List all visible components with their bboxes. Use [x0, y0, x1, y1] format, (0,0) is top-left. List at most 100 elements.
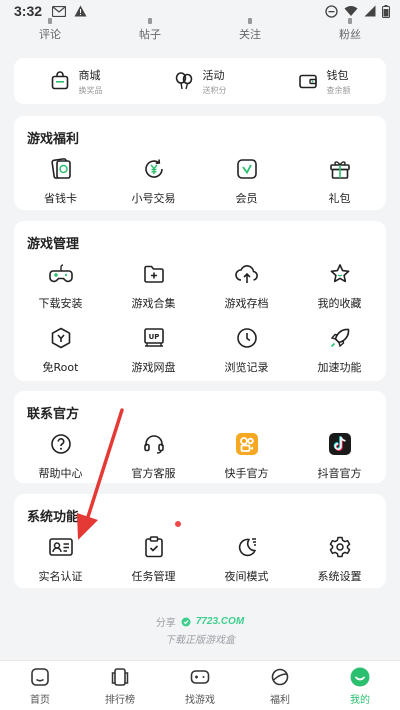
moon-icon [238, 538, 256, 557]
star-icon [330, 264, 349, 283]
gmail-icon [52, 5, 67, 17]
brand-slogan: 下载正版游戏盒 [165, 635, 235, 646]
nav-mine[interactable]: 我的 [320, 661, 400, 710]
svg-text:UP: UP [148, 333, 159, 341]
douyin-icon [328, 433, 351, 455]
system-item-label: 夜间模式 [224, 570, 269, 583]
official-item-help[interactable]: 帮助中心 [14, 422, 107, 486]
welfare-item-label: 小号交易 [131, 192, 176, 205]
system-item-settings[interactable]: 系统设置 [293, 525, 386, 589]
manage-item-label: 下载安装 [38, 297, 83, 310]
id-card-icon [48, 538, 73, 556]
nav-find-games-label: 找游戏 [185, 694, 215, 706]
nav-ranking-label: 排行榜 [105, 694, 135, 706]
official-item-label: 官方客服 [131, 467, 176, 480]
manage-item-label: 免Root [42, 361, 79, 374]
manage-item-history[interactable]: 浏览记录 [200, 316, 293, 380]
manage-item-favorites[interactable]: 我的收藏 [293, 252, 386, 316]
ranking-icon [111, 667, 129, 686]
official-item-douyin[interactable]: 抖音官方 [293, 422, 386, 486]
manage-item-save[interactable]: 游戏存档 [200, 252, 293, 316]
wallet-icon [298, 74, 317, 89]
official-item-kuaishou[interactable]: 快手官方 [200, 422, 293, 486]
share-label[interactable]: 分享 [156, 614, 176, 629]
task-clipboard-icon [144, 536, 163, 558]
manage-item-label: 游戏存档 [224, 297, 269, 310]
official-item-label: 帮助中心 [38, 467, 83, 480]
clock-icon [236, 328, 257, 348]
nav-home-label: 首页 [30, 694, 50, 706]
stats-row: 评论 帖子 关注 粉丝 [0, 22, 400, 46]
quick-link-activity[interactable]: 活动 送积分 [138, 67, 262, 96]
balloon-icon [175, 72, 192, 90]
status-bar: 3:32 [0, 0, 400, 22]
manage-item-netdisk[interactable]: UP 游戏网盘 [107, 316, 200, 380]
nav-find-games[interactable]: 找游戏 [160, 661, 240, 710]
money-card-icon [50, 158, 71, 179]
quick-link-wallet-name: 钱包 [326, 68, 349, 82]
home-icon [31, 667, 49, 686]
nav-mine-label: 我的 [350, 694, 370, 706]
nav-welfare-label: 福利 [270, 694, 290, 706]
welfare-item-vip[interactable]: 会员 [200, 147, 293, 211]
welfare-item-label: 会员 [235, 192, 258, 205]
game-management-card: 游戏管理 下载安装 游戏合集 游戏存档 我的收藏 免Root UP 游戏网盘 浏… [14, 221, 386, 381]
official-title: 联系官方 [27, 407, 80, 422]
manage-item-label: 我的收藏 [317, 297, 362, 310]
manage-item-label: 浏览记录 [224, 361, 269, 374]
headset-icon [143, 435, 164, 454]
system-item-label: 实名认证 [38, 570, 83, 583]
official-item-label: 快手官方 [224, 467, 269, 480]
welfare-item-label: 省钱卡 [44, 192, 77, 205]
wifi-icon [344, 6, 358, 16]
status-time: 3:32 [14, 3, 43, 19]
folder-plus-icon [143, 265, 164, 283]
welfare-title: 游戏福利 [27, 132, 80, 147]
system-item-label: 系统设置 [317, 570, 362, 583]
welfare-item-money-card[interactable]: 省钱卡 [14, 147, 107, 211]
welfare-item-label: 礼包 [328, 192, 351, 205]
shop-bag-icon [51, 71, 68, 90]
nav-home[interactable]: 首页 [0, 661, 80, 710]
manage-item-collection[interactable]: 游戏合集 [107, 252, 200, 316]
quick-link-shop[interactable]: 商城 换奖品 [14, 67, 138, 96]
official-item-label: 抖音官方 [317, 467, 362, 480]
system-item-realname[interactable]: 实名认证 [14, 525, 107, 589]
alert-icon [74, 5, 87, 17]
quick-link-activity-sub: 送积分 [202, 85, 227, 95]
yen-exchange-icon [144, 159, 163, 178]
stat-followers[interactable]: 粉丝 [300, 26, 400, 42]
kuaishou-icon [235, 433, 258, 455]
settings-gear-icon [329, 536, 350, 558]
contact-official-card: 联系官方 帮助中心 官方客服 快手官方 抖音官方 [14, 391, 386, 483]
shield-y-icon [51, 327, 70, 349]
stat-posts[interactable]: 帖子 [100, 26, 200, 42]
brand-domain: 7723.COM [195, 616, 245, 627]
manage-item-download[interactable]: 下载安装 [14, 252, 107, 316]
bottom-nav: 首页 排行榜 找游戏 福利 我的 [0, 660, 400, 710]
manage-title: 游戏管理 [27, 237, 80, 252]
welfare-item-gift[interactable]: 礼包 [293, 147, 386, 211]
leaf-logo-icon [181, 617, 191, 626]
stat-following[interactable]: 关注 [200, 26, 300, 42]
game-welfare-card: 游戏福利 省钱卡 小号交易 会员 礼包 [14, 116, 386, 210]
rocket-icon [330, 328, 349, 348]
manage-item-noroot[interactable]: 免Root [14, 316, 107, 380]
notification-dot [175, 521, 181, 527]
gamepad-icon [48, 264, 73, 283]
welfare-item-account-trade[interactable]: 小号交易 [107, 147, 200, 211]
system-item-nightmode[interactable]: 夜间模式 [200, 525, 293, 589]
official-item-service[interactable]: 官方客服 [107, 422, 200, 486]
dnd-icon [325, 4, 338, 18]
nav-welfare[interactable]: 福利 [240, 661, 320, 710]
help-circle-icon [50, 434, 71, 454]
system-item-label: 任务管理 [131, 570, 176, 583]
vip-badge-icon [236, 159, 257, 179]
manage-item-label: 游戏合集 [131, 297, 176, 310]
nav-ranking[interactable]: 排行榜 [80, 661, 160, 710]
system-item-tasks[interactable]: 任务管理 [107, 525, 200, 589]
manage-item-accelerate[interactable]: 加速功能 [293, 316, 386, 380]
quick-link-wallet[interactable]: 钱包 查余额 [262, 67, 386, 96]
stat-comments[interactable]: 评论 [0, 26, 100, 42]
quick-link-shop-name: 商城 [78, 68, 101, 82]
